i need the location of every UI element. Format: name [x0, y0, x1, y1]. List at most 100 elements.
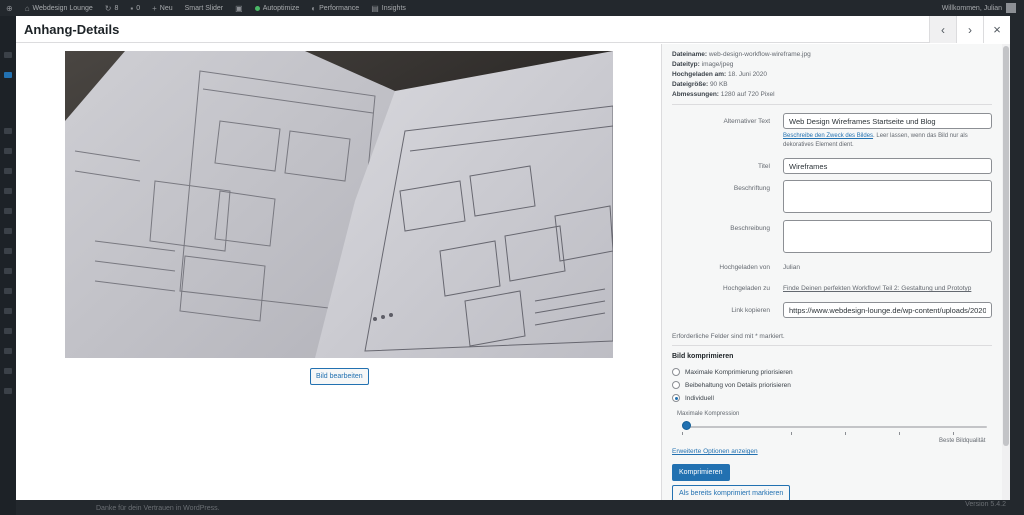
- title-field[interactable]: [783, 158, 992, 174]
- performance-link[interactable]: ◐ Performance: [305, 4, 365, 13]
- modal-title: Anhang-Details: [24, 22, 120, 37]
- autoptimize-label: Autoptimize: [262, 4, 300, 12]
- performance-label: Performance: [319, 4, 360, 12]
- plus-icon: +: [152, 3, 157, 13]
- dimensions: 1280 auf 720 Pixel: [720, 91, 775, 98]
- slider-end-label: Beste Bildqualität: [939, 438, 986, 444]
- comments-count: 0: [136, 4, 141, 12]
- edit-image-button[interactable]: Bild bearbeiten: [310, 368, 369, 385]
- modal-header: Anhang-Details ‹ › ×: [16, 16, 1010, 43]
- copy-link-field[interactable]: [783, 302, 992, 318]
- file-size-label: Dateigröße:: [672, 81, 709, 88]
- autoptimize-link[interactable]: Autoptimize: [249, 5, 306, 12]
- compression-slider-track[interactable]: [682, 426, 987, 428]
- settings-icon[interactable]: [4, 268, 12, 274]
- attachment-image: [65, 51, 613, 358]
- dimensions-label: Abmessungen:: [672, 91, 719, 98]
- details-scrollbar[interactable]: [1002, 44, 1010, 500]
- compress-button[interactable]: Komprimieren: [672, 464, 730, 481]
- file-type-label: Dateityp:: [672, 61, 700, 68]
- smart-slider-link[interactable]: Smart Slider: [179, 5, 230, 12]
- radio-individual[interactable]: Individuell: [672, 394, 714, 402]
- admin-bar: ⊕ ⌂ Webdesign Lounge ↻ 8 ▪ 0 + Neu Smart…: [0, 0, 1024, 16]
- pages-icon[interactable]: [4, 128, 12, 134]
- description-field[interactable]: [783, 220, 992, 253]
- alt-text-help-link[interactable]: Beschreibe den Zweck des Bildes: [783, 133, 873, 139]
- image-preview-area: Bild bearbeiten: [16, 44, 661, 500]
- site-name: Webdesign Lounge: [32, 4, 93, 12]
- chevron-left-icon: ‹: [941, 22, 945, 37]
- seo-menu-icon[interactable]: [4, 288, 12, 294]
- cache-icon[interactable]: [4, 328, 12, 334]
- radio-button[interactable]: [672, 368, 680, 376]
- compress-section-title: Bild komprimieren: [672, 353, 734, 360]
- upload-date-row: Hochgeladen am: 18. Juni 2020: [672, 70, 992, 80]
- radio-max-compression[interactable]: Maximale Komprimierung priorisieren: [672, 368, 793, 376]
- radio-button[interactable]: [672, 381, 680, 389]
- slider-tick: [845, 432, 846, 435]
- file-size: 90 KB: [709, 81, 728, 88]
- greeting: Willkommen, Julian: [941, 4, 1002, 12]
- insights-link[interactable]: ▤ Insights: [365, 4, 412, 13]
- plugins-icon[interactable]: [4, 208, 12, 214]
- file-type-row: Dateityp: image/jpeg: [672, 60, 992, 70]
- tools-icon[interactable]: [4, 248, 12, 254]
- required-note: Erforderliche Felder sind mit * markiert…: [672, 333, 785, 340]
- account-menu[interactable]: Willkommen, Julian: [942, 3, 1024, 13]
- scrollbar-thumb[interactable]: [1003, 46, 1009, 446]
- plugin-icon[interactable]: [4, 168, 12, 174]
- radio-label: Individuell: [685, 394, 714, 402]
- caption-field[interactable]: [783, 180, 992, 213]
- insights-label: Insights: [381, 4, 406, 12]
- analytics-icon[interactable]: [4, 308, 12, 314]
- file-name-row: Dateiname: web-design-workflow-wireframe…: [672, 50, 992, 60]
- comment-icon: ▪: [130, 3, 134, 13]
- uploaded-to-label: Hochgeladen zu: [723, 285, 770, 292]
- image-optimizer-icon[interactable]: [4, 368, 12, 374]
- seo-link[interactable]: ▣: [229, 4, 249, 13]
- caption-label: Beschriftung: [733, 185, 770, 192]
- appearance-icon[interactable]: [4, 188, 12, 194]
- comments-link[interactable]: ▪ 0: [124, 4, 146, 13]
- alt-text-label: Alternativer Text: [723, 118, 770, 125]
- compression-slider-handle[interactable]: [682, 421, 691, 430]
- seo-icon: ▣: [235, 3, 243, 13]
- description-label: Beschreibung: [730, 225, 770, 232]
- security-icon[interactable]: [4, 348, 12, 354]
- admin-footer: Danke für dein Vertrauen in WordPress. V…: [16, 500, 1024, 515]
- wp-logo-icon[interactable]: ⊕: [0, 4, 19, 13]
- uploaded-by-label: Hochgeladen von: [719, 264, 770, 271]
- alt-text-help: Beschreibe den Zweck des Bildes. Leer la…: [783, 132, 993, 150]
- upload-date: 18. Juni 2020: [728, 71, 768, 78]
- gauge-icon: ◐: [311, 3, 317, 13]
- slider-tick: [953, 432, 954, 435]
- radio-button[interactable]: [672, 394, 680, 402]
- updates-count: 8: [114, 4, 119, 12]
- divider: [672, 345, 992, 346]
- refresh-icon: ↻: [104, 3, 112, 13]
- collapse-menu-icon[interactable]: [4, 388, 12, 394]
- status-dot-icon: [254, 5, 260, 11]
- chart-icon: ▤: [371, 3, 379, 13]
- previous-button[interactable]: ‹: [929, 16, 956, 43]
- close-button[interactable]: ×: [983, 16, 1010, 43]
- uploaded-to-link[interactable]: Finde Deinen perfekten Workflow! Teil 2:…: [783, 285, 971, 292]
- attachment-details-panel: Dateiname: web-design-workflow-wireframe…: [661, 44, 1010, 500]
- mark-compressed-button[interactable]: Als bereits komprimiert markieren: [672, 485, 791, 500]
- media-icon[interactable]: [4, 72, 12, 78]
- dashboard-icon[interactable]: [4, 52, 12, 58]
- slider-label: Maximale Kompression: [677, 411, 740, 417]
- site-name-link[interactable]: ⌂ Webdesign Lounge: [19, 4, 99, 13]
- uploaded-by-value: Julian: [783, 264, 800, 271]
- radio-keep-details[interactable]: Beibehaltung von Details priorisieren: [672, 381, 791, 389]
- radio-label: Maximale Komprimierung priorisieren: [685, 368, 793, 376]
- slider-tick: [791, 432, 792, 435]
- users-icon[interactable]: [4, 228, 12, 234]
- new-content-link[interactable]: + Neu: [146, 4, 179, 13]
- advanced-options-link[interactable]: Erweiterte Optionen anzeigen: [672, 448, 758, 455]
- updates-link[interactable]: ↻ 8: [99, 4, 125, 13]
- next-button[interactable]: ›: [956, 16, 983, 43]
- file-info: Dateiname: web-design-workflow-wireframe…: [672, 50, 992, 100]
- alt-text-field[interactable]: [783, 113, 992, 129]
- comments-icon[interactable]: [4, 148, 12, 154]
